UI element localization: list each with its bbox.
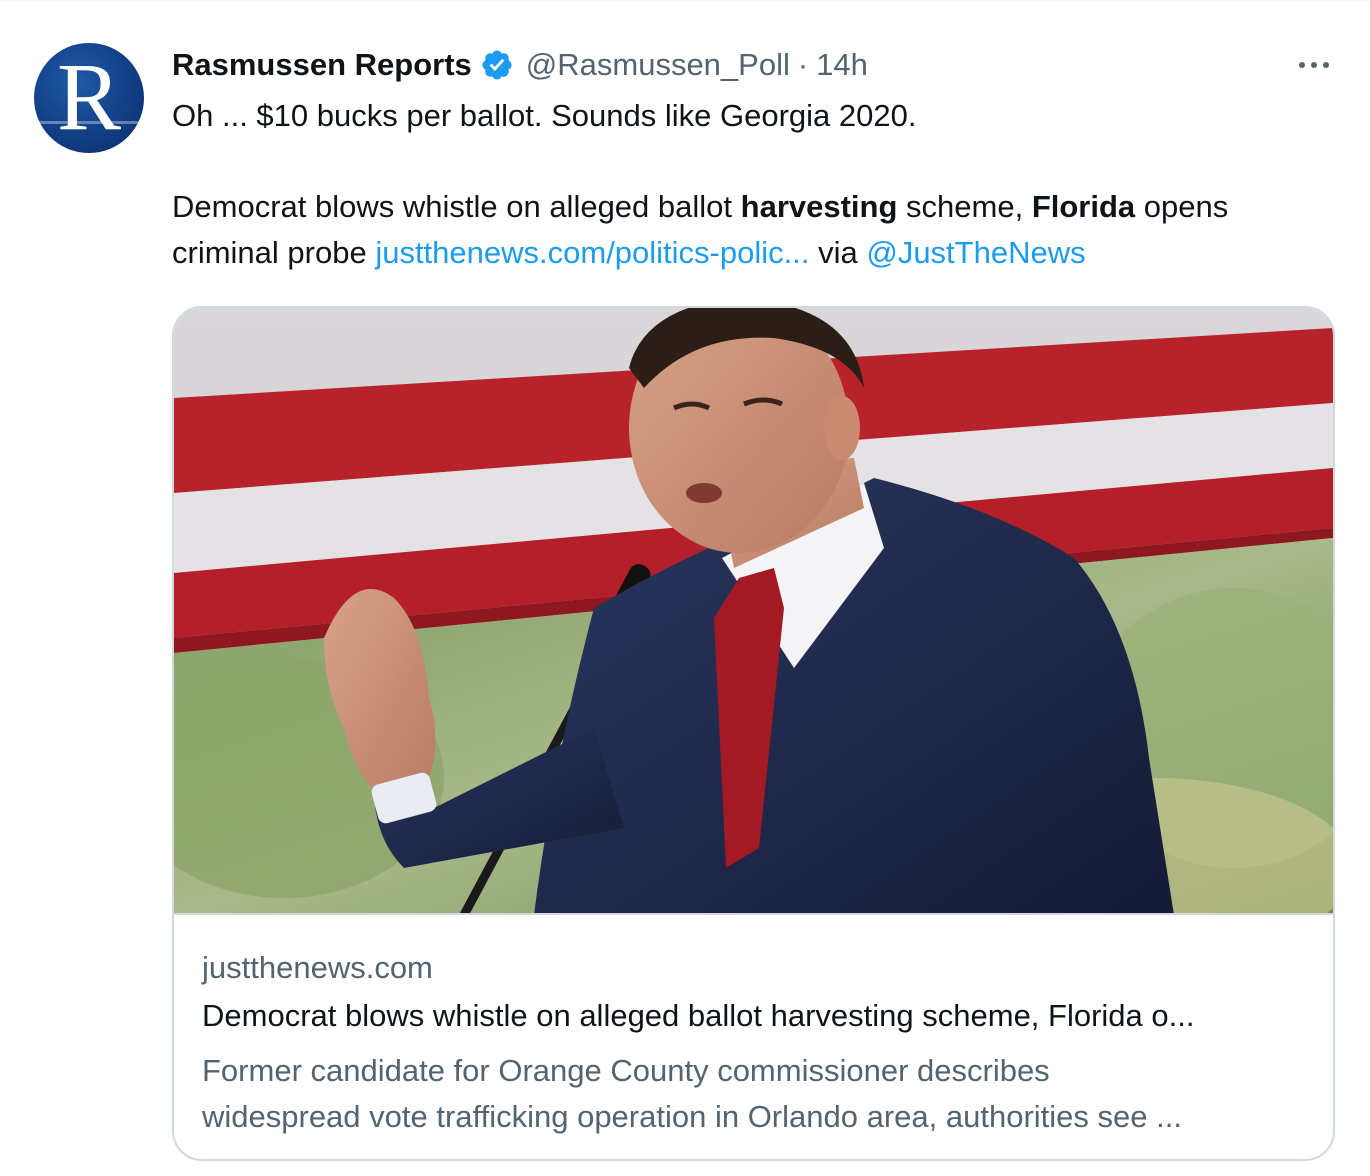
card-desc-line1: Former candidate for Orange County commi… [202,1053,1050,1088]
avatar-letter: R [56,43,122,150]
mention-link[interactable]: @JustTheNews [866,235,1085,270]
avatar-stripe [34,121,144,124]
tweet[interactable]: R Rasmussen Reports @Rasmussen_Poll · 14… [0,0,1370,1176]
card-title: Democrat blows whistle on alleged ballot… [202,998,1195,1033]
link-preview-card[interactable]: justthenews.com Democrat blows whistle o… [172,306,1335,1161]
card-image[interactable] [174,308,1333,915]
card-domain: justthenews.com [202,950,433,985]
tweet-text-line2: Democrat blows whistle on alleged ballot… [172,184,1342,230]
bold-keyword: harvesting [740,189,898,224]
author-handle[interactable]: @Rasmussen_Poll [526,47,790,83]
card-description: Former candidate for Orange County commi… [202,1048,1302,1140]
text-segment: via [809,235,867,270]
text-segment: criminal probe [172,235,376,270]
text-segment: scheme, [897,189,1032,224]
tweet-text-line1: Oh ... $10 bucks per ballot. Sounds like… [172,98,917,133]
timestamp[interactable]: 14h [816,47,868,83]
separator-dot: · [797,47,809,82]
tweet-text-line3: criminal probe justthenews.com/politics-… [172,230,1342,276]
tweet-header: Rasmussen Reports @Rasmussen_Poll · 14h [172,43,868,87]
text-segment: Democrat blows whistle on alleged ballot [172,189,741,224]
author-name[interactable]: Rasmussen Reports [172,47,472,83]
card-desc-line2: widespread vote trafficking operation in… [202,1099,1182,1134]
text-segment: opens [1135,189,1229,224]
avatar[interactable]: R [34,43,144,153]
card-photo [174,308,1333,913]
verified-badge-icon [480,48,514,82]
bold-keyword: Florida [1031,189,1136,224]
article-link[interactable]: justthenews.com/politics-polic... [375,235,809,270]
more-options-icon[interactable] [1286,45,1342,85]
